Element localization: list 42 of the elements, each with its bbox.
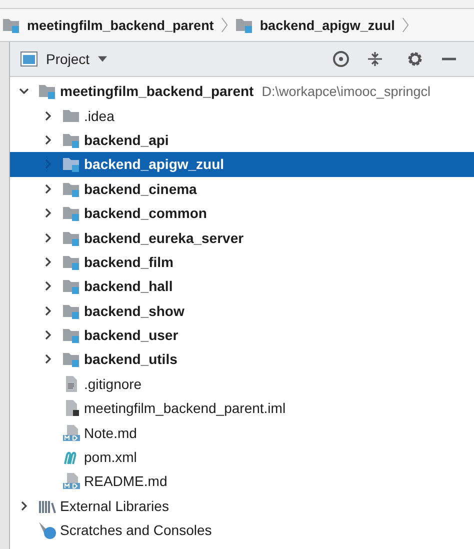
crosshair-icon[interactable] [332, 50, 350, 68]
project-path: D:\workapce\imooc_springcl [262, 84, 431, 99]
selected-row-highlight[interactable]: backend_apigw_zuul [10, 152, 474, 177]
collapse-all-icon[interactable] [366, 50, 384, 68]
project-window-icon [20, 51, 38, 67]
module-folder-icon [62, 326, 80, 344]
scratches-icon [38, 521, 56, 540]
module-folder-icon [38, 82, 56, 100]
tree-item-label[interactable]: meetingfilm_backend_parent.iml [84, 400, 286, 416]
tree-item-label[interactable]: backend_apigw_zuul [84, 156, 224, 172]
tree-item-label[interactable]: .gitignore [84, 376, 142, 392]
separator-icon [220, 15, 228, 35]
tree-item-label[interactable]: backend_api [84, 132, 169, 148]
tree-item-label[interactable]: backend_eureka_server [84, 230, 244, 246]
markdown-file-icon [62, 424, 80, 442]
module-folder-icon [234, 16, 253, 34]
tree-item-label[interactable]: backend_film [84, 254, 174, 270]
breadcrumb-item[interactable]: backend_apigw_zuul [260, 18, 395, 32]
module-folder-icon [62, 277, 80, 296]
tree-item-label[interactable]: .idea [84, 108, 114, 124]
breadcrumb-item[interactable]: meetingfilm_backend_parent [27, 18, 214, 32]
tree-item-label[interactable]: pom.xml [84, 449, 137, 466]
tree-item-label[interactable]: backend_cinema [84, 180, 197, 197]
module-folder-icon [2, 16, 20, 34]
tree-item-label[interactable]: meetingfilm_backend_parent [60, 83, 254, 100]
project-view-dropdown[interactable]: Project [38, 51, 98, 67]
tree-item-label[interactable]: backend_common [84, 205, 207, 222]
tree-item-label[interactable]: Scratches and Consoles [60, 522, 212, 538]
settings-icon[interactable] [406, 50, 424, 68]
module-folder-icon [62, 155, 80, 174]
tree-item-label[interactable]: External Libraries [60, 498, 169, 514]
tree-item-label[interactable]: backend_user [84, 327, 178, 344]
tree-item-label[interactable]: backend_hall [84, 278, 173, 294]
tree-item-label[interactable]: backend_utils [84, 351, 178, 368]
caret-icon[interactable] [98, 56, 107, 62]
module-folder-icon [62, 350, 80, 368]
markdown-file-icon [62, 472, 80, 490]
separator-icon [402, 15, 409, 35]
tree-item-label[interactable]: Note.md [84, 424, 137, 441]
tree-item-label[interactable]: README.md [84, 473, 168, 490]
tree-item-label[interactable]: backend_show [84, 302, 184, 319]
module-folder-icon [62, 204, 80, 222]
